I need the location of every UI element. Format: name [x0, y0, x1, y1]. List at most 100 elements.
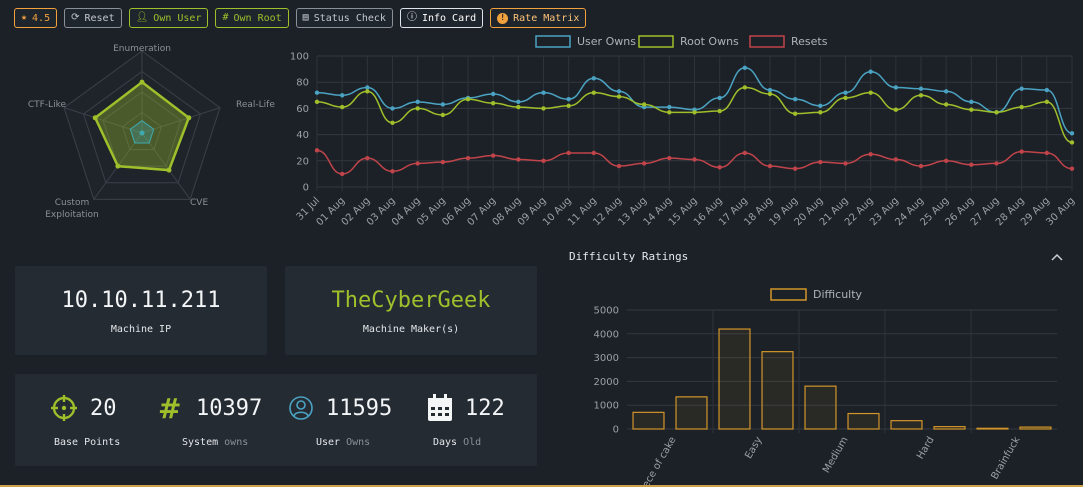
chevron-up-icon[interactable]: [1050, 252, 1064, 262]
radar-point-user: [139, 79, 145, 85]
line-point: [440, 102, 446, 107]
stat-base-points: 20 Base Points: [50, 392, 160, 454]
line-point: [566, 103, 571, 108]
line-point: [1044, 99, 1050, 105]
bar-chart-ytick: 3000: [594, 353, 619, 364]
rating-button[interactable]: ★ 4.5: [14, 8, 58, 28]
status-check-label: Status Check: [313, 12, 386, 24]
radar-label: CVE: [190, 198, 208, 208]
line-point: [1044, 150, 1050, 156]
rate-matrix-button[interactable]: ! Rate Matrix: [490, 8, 587, 28]
star-icon: ★: [21, 12, 28, 23]
base-points-value: 20: [90, 395, 117, 421]
line-point: [440, 112, 446, 118]
machine-maker-label: Machine Maker(s): [362, 324, 460, 335]
line-point: [591, 150, 597, 156]
radar-point-user: [92, 115, 98, 121]
days-label-text: Days: [433, 437, 458, 448]
bar-chart-ytick: 5000: [594, 306, 619, 317]
line-point: [893, 85, 899, 90]
line-point: [994, 161, 999, 166]
line-point: [818, 103, 823, 108]
line-chart-ytick: 40: [296, 130, 309, 141]
reset-button[interactable]: ⟳ Reset: [64, 8, 122, 28]
line-point: [641, 102, 647, 107]
line-point: [818, 110, 823, 115]
bar-chart-ytick: 4000: [594, 329, 619, 340]
own-user-button[interactable]: 👤︎ Own User: [128, 8, 209, 28]
line-point: [843, 95, 848, 101]
line-point: [1069, 131, 1075, 136]
bar-legend-swatch: [770, 288, 807, 301]
line-point: [717, 108, 722, 114]
machine-stats-card: 20 Base Points # 10397 System owns 11595…: [15, 374, 537, 466]
stat-days-old: 122 Days Old: [427, 392, 537, 454]
line-point: [1019, 149, 1024, 154]
line-point: [566, 150, 571, 156]
bar-legend-label: Difficulty: [813, 288, 863, 301]
line-point: [541, 106, 546, 111]
system-label-text: System: [182, 437, 219, 448]
days-value: 122: [465, 395, 505, 421]
line-point: [314, 148, 320, 153]
line-point: [692, 157, 697, 162]
system-suffix-text: owns: [224, 437, 249, 448]
line-point: [893, 157, 899, 162]
difficulty-bar: [1019, 426, 1052, 430]
line-legend-label: User Owns: [577, 35, 636, 48]
line-point: [742, 85, 748, 90]
line-chart-xtick: 30 Aug: [1044, 195, 1077, 228]
stat-system-owns: # 10397 System owns: [158, 392, 288, 454]
server-icon: ▤: [302, 12, 309, 23]
radar-label: Custom Exploitation: [45, 198, 99, 220]
machine-maker[interactable]: TheCyberGeek: [285, 288, 537, 313]
hash-icon: #: [222, 12, 229, 23]
line-point: [969, 162, 974, 167]
own-root-button[interactable]: # Own Root: [215, 8, 289, 28]
line-point: [742, 65, 748, 70]
line-chart-ytick: 100: [290, 52, 309, 63]
line-point: [868, 69, 873, 74]
line-point: [516, 104, 521, 110]
line-chart-ytick: 80: [296, 78, 309, 89]
line-point: [943, 158, 949, 163]
line-point: [616, 94, 622, 99]
line-point: [994, 110, 999, 115]
line-point: [465, 155, 471, 161]
bar-chart-xtick: Brainfuck: [989, 435, 1022, 482]
difficulty-bar: [976, 427, 1009, 430]
days-label: Days Old: [433, 437, 537, 448]
line-point: [918, 86, 924, 91]
calendar-icon: [428, 394, 452, 421]
difficulty-bar: [804, 385, 837, 430]
line-point: [792, 111, 798, 116]
line-point: [868, 90, 873, 95]
user-icon: 👤︎: [135, 12, 149, 23]
machine-ip: 10.10.11.211: [61, 288, 221, 313]
stat-user-owns: 11595 User Owns: [288, 392, 418, 454]
line-point: [541, 90, 546, 95]
line-point: [641, 161, 647, 166]
line-legend-swatch: [749, 35, 785, 48]
line-point: [390, 169, 395, 174]
line-point: [365, 155, 370, 161]
bar-chart-ytick: 1000: [594, 401, 619, 412]
line-point: [893, 107, 899, 112]
radar-chart: Enumeration Real-Life CVE Custom Exploitatio…: [28, 44, 275, 220]
difficulty-section-title: Difficulty Ratings: [569, 250, 689, 263]
bar-chart-ytick: 2000: [594, 377, 619, 388]
bar-chart-xtick: Easy: [743, 435, 764, 461]
base-points-label-text: Base Points: [54, 437, 121, 448]
line-point: [717, 165, 722, 170]
line-point: [314, 90, 320, 95]
line-point: [591, 90, 597, 95]
refresh-icon: ⟳: [71, 12, 80, 23]
system-owns-label: System owns: [182, 437, 288, 448]
line-point: [767, 163, 773, 169]
own-user-label: Own User: [153, 12, 202, 24]
user-owns-label: User Owns: [316, 437, 418, 448]
difficulty-bar: [761, 351, 794, 430]
line-point: [969, 107, 974, 112]
info-card-button[interactable]: ⓘ Info Card: [399, 8, 484, 28]
status-check-button[interactable]: ▤ Status Check: [295, 8, 393, 28]
